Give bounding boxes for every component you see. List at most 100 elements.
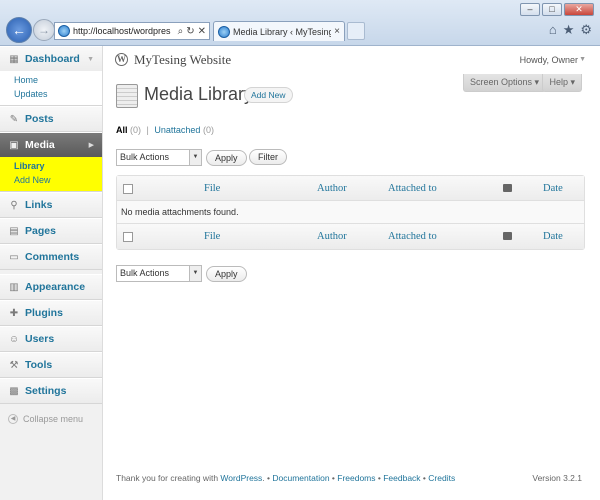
column-attached-to[interactable]: Attached to: [388, 183, 437, 194]
menu-users[interactable]: ☺ Users: [0, 326, 102, 351]
menu-appearance[interactable]: ▥ Appearance: [0, 274, 102, 299]
submenu-add-new[interactable]: Add New: [0, 173, 102, 187]
menu-media[interactable]: ▣ Media ▶: [0, 132, 102, 157]
menu-comments[interactable]: ▭ Comments: [0, 244, 102, 269]
chevron-down-icon[interactable]: ▼: [87, 56, 94, 63]
submenu-home[interactable]: Home: [0, 73, 102, 87]
chevron-down-icon[interactable]: ▼: [579, 56, 586, 63]
empty-message: No media attachments found.: [121, 207, 239, 217]
help-button[interactable]: Help ▾: [542, 74, 582, 92]
link-icon: ⚲: [10, 199, 18, 211]
submenu-updates[interactable]: Updates: [0, 87, 102, 101]
menu-settings-group: ▩ Settings: [0, 378, 102, 404]
menu-links[interactable]: ⚲ Links: [0, 192, 102, 217]
dashboard-icon: ▦: [9, 53, 19, 65]
menu-users-label: Users: [25, 333, 55, 345]
dashboard-submenu: Home Updates: [0, 71, 102, 105]
bulk-actions-select-bottom[interactable]: Bulk Actions ▼: [116, 265, 202, 282]
page-title: Media Library: [144, 84, 254, 104]
menu-plugins[interactable]: ✚ Plugins: [0, 300, 102, 325]
browser-toolbar-icons: ⌂ ★ ⚙: [549, 22, 592, 38]
new-tab-button[interactable]: [347, 22, 365, 40]
filter-all[interactable]: All: [116, 125, 128, 135]
table-row: No media attachments found.: [117, 201, 584, 224]
select-all-checkbox[interactable]: [123, 184, 133, 194]
plugin-icon: ✚: [9, 307, 19, 319]
filter-button[interactable]: Filter: [249, 149, 287, 165]
home-icon[interactable]: ⌂: [549, 22, 557, 38]
refresh-icon[interactable]: ↻: [186, 26, 194, 37]
appearance-icon: ▥: [9, 281, 19, 293]
footer-credits-link[interactable]: Credits: [428, 473, 455, 483]
site-name[interactable]: MyTesing Website: [134, 52, 231, 68]
forward-button[interactable]: →: [33, 19, 55, 41]
column-author[interactable]: Author: [317, 183, 347, 194]
media-table: File Author Attached to Date No media at…: [116, 175, 585, 250]
menu-settings-label: Settings: [25, 385, 67, 397]
media-icon: ▣: [9, 139, 19, 151]
footer-documentation-link[interactable]: Documentation: [272, 473, 329, 483]
table-footer: File Author Attached to Date: [117, 224, 584, 249]
select-all-checkbox-footer[interactable]: [123, 232, 133, 242]
browser-tab[interactable]: Media Library ‹ MyTesing ... ×: [213, 21, 345, 41]
menu-dashboard[interactable]: ▦ Dashboard ▼: [0, 46, 102, 71]
menu-settings[interactable]: ▩ Settings: [0, 378, 102, 403]
menu-tools[interactable]: ⚒ Tools: [0, 352, 102, 377]
menu-appearance-group: ▥ Appearance: [0, 274, 102, 300]
maximize-button[interactable]: □: [542, 3, 562, 16]
column-file[interactable]: File: [204, 183, 220, 194]
menu-pages-group: ▤ Pages: [0, 218, 102, 244]
main-content: W MyTesing Website Howdy, Owner ▼ Screen…: [104, 46, 600, 500]
footer-freedoms-link[interactable]: Freedoms: [337, 473, 375, 483]
tools-icon: ⚒: [9, 359, 19, 371]
address-url[interactable]: http://localhost/wordpres: [73, 26, 175, 36]
menu-posts[interactable]: ✎ Posts: [0, 106, 102, 131]
tools-gear-icon[interactable]: ⚙: [580, 22, 592, 38]
bulk-actions-select-top[interactable]: Bulk Actions ▼: [116, 149, 202, 166]
close-window-button[interactable]: ✕: [564, 3, 594, 16]
browser-chrome: – □ ✕ ← → http://localhost/wordpres ⌕ ↻ …: [0, 0, 600, 46]
dropdown-arrow-icon[interactable]: ▼: [189, 150, 201, 165]
media-submenu: Library Add New: [0, 157, 102, 191]
back-button[interactable]: ←: [6, 17, 32, 43]
minimize-button[interactable]: –: [520, 3, 540, 16]
filter-unattached-count: (0): [202, 125, 214, 135]
admin-sidebar: ▦ Dashboard ▼ Home Updates ✎ Posts ▣ Med…: [0, 46, 103, 500]
column-date[interactable]: Date: [543, 183, 563, 194]
submenu-library[interactable]: Library: [0, 159, 102, 173]
pin-icon: ✎: [9, 113, 19, 125]
stop-icon[interactable]: ✕: [198, 26, 206, 37]
ie-page-icon: [58, 25, 70, 37]
footer-wordpress-link[interactable]: WordPress: [220, 473, 262, 483]
footer-feedback-link[interactable]: Feedback: [383, 473, 420, 483]
menu-dashboard-group: ▦ Dashboard ▼ Home Updates: [0, 46, 102, 106]
menu-comments-label: Comments: [25, 251, 80, 263]
tab-close-icon[interactable]: ×: [334, 26, 340, 37]
address-bar[interactable]: http://localhost/wordpres ⌕ ↻ ✕: [54, 22, 210, 40]
dropdown-arrow-icon[interactable]: ▼: [189, 266, 201, 281]
column-author-footer[interactable]: Author: [317, 231, 347, 242]
search-icon[interactable]: ⌕: [178, 26, 184, 37]
menu-tools-group: ⚒ Tools: [0, 352, 102, 378]
filter-unattached[interactable]: Unattached: [154, 125, 200, 135]
comment-bubble-icon: [503, 232, 512, 240]
window-controls: – □ ✕: [520, 3, 594, 16]
screen-options-button[interactable]: Screen Options ▾: [462, 74, 546, 92]
tab-favicon-icon: [218, 25, 230, 38]
collapse-menu[interactable]: ◀ Collapse menu: [0, 404, 102, 424]
settings-icon: ▩: [9, 385, 19, 397]
version-info: Version 3.2.1: [532, 473, 582, 483]
menu-comments-group: ▭ Comments: [0, 244, 102, 270]
column-date-footer[interactable]: Date: [543, 231, 563, 242]
chevron-right-icon: ▶: [88, 142, 94, 149]
bulk-actions-value-bottom: Bulk Actions: [120, 268, 170, 278]
column-attached-to-footer[interactable]: Attached to: [388, 231, 437, 242]
apply-button-bottom[interactable]: Apply: [206, 266, 247, 282]
menu-pages[interactable]: ▤ Pages: [0, 218, 102, 243]
howdy-user[interactable]: Howdy, Owner: [520, 55, 578, 65]
add-new-button[interactable]: Add New: [244, 87, 293, 103]
menu-plugins-label: Plugins: [25, 307, 63, 319]
column-file-footer[interactable]: File: [204, 231, 220, 242]
apply-button-top[interactable]: Apply: [206, 150, 247, 166]
favorites-icon[interactable]: ★: [563, 22, 575, 38]
